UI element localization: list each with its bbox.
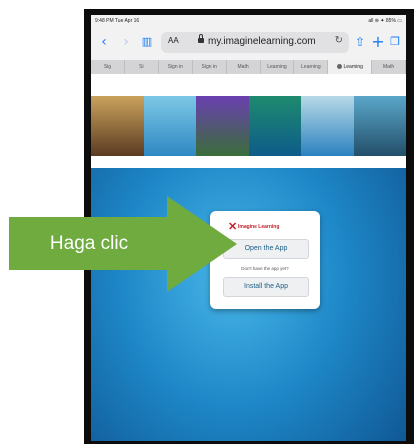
- tab[interactable]: Math: [227, 60, 261, 74]
- status-bar: 9:48 PM Tue Apr 16 all ⊜ ✦ 85% ▭: [91, 15, 406, 27]
- tab[interactable]: Learning: [294, 60, 329, 74]
- browser-toolbar: ‹ › ▥ AA my.imaginelearning.com ↻ ⇧ + ❐: [91, 27, 406, 60]
- status-indicators: all ⊜ ✦ 85% ▭: [368, 18, 402, 24]
- character-band-image: [91, 96, 406, 156]
- arrow-head: [167, 196, 237, 292]
- banner-girl-image: [91, 96, 144, 156]
- tab[interactable]: Sig: [91, 60, 125, 74]
- banner-whale-image: [301, 96, 354, 156]
- plus-icon[interactable]: +: [371, 33, 385, 51]
- annotation-label: Haga clic: [49, 233, 129, 254]
- annotation-arrow: Haga clic: [9, 196, 239, 292]
- text-size-button[interactable]: AA: [168, 36, 179, 45]
- character-banner: [91, 74, 406, 168]
- chevron-right-icon[interactable]: ›: [119, 33, 133, 51]
- tab-label: Learning: [343, 64, 363, 70]
- tab-favicon-icon: [336, 64, 342, 70]
- reload-icon[interactable]: ↻: [335, 35, 343, 46]
- share-icon[interactable]: ⇧: [353, 33, 367, 51]
- status-time: 9:48 PM Tue Apr 16: [95, 18, 140, 24]
- tab[interactable]: Learning: [261, 60, 295, 74]
- logo-text: Imagine Learning: [238, 224, 280, 230]
- tab[interactable]: Math: [372, 60, 406, 74]
- tab[interactable]: Si: [125, 60, 159, 74]
- banner-bird-image: [196, 96, 249, 156]
- address-bar[interactable]: AA my.imaginelearning.com ↻: [161, 32, 349, 53]
- tab-active[interactable]: Learning: [328, 60, 373, 74]
- tabs-icon[interactable]: ❐: [388, 33, 402, 51]
- tab[interactable]: Sign in: [193, 60, 227, 74]
- banner-alien-image: [143, 96, 196, 156]
- tab-strip: Sig Si Sign in Sign in Math Learning Lea…: [91, 60, 406, 74]
- url-text[interactable]: my.imaginelearning.com: [208, 36, 316, 47]
- lock-icon: [198, 34, 204, 43]
- tab[interactable]: Sign in: [159, 60, 193, 74]
- banner-forest-image: [248, 96, 301, 156]
- chevron-left-icon[interactable]: ‹: [97, 33, 111, 51]
- banner-owl-image: [353, 96, 406, 156]
- imagine-learning-logo: ✕ Imagine Learning: [228, 221, 304, 233]
- book-icon[interactable]: ▥: [139, 33, 155, 51]
